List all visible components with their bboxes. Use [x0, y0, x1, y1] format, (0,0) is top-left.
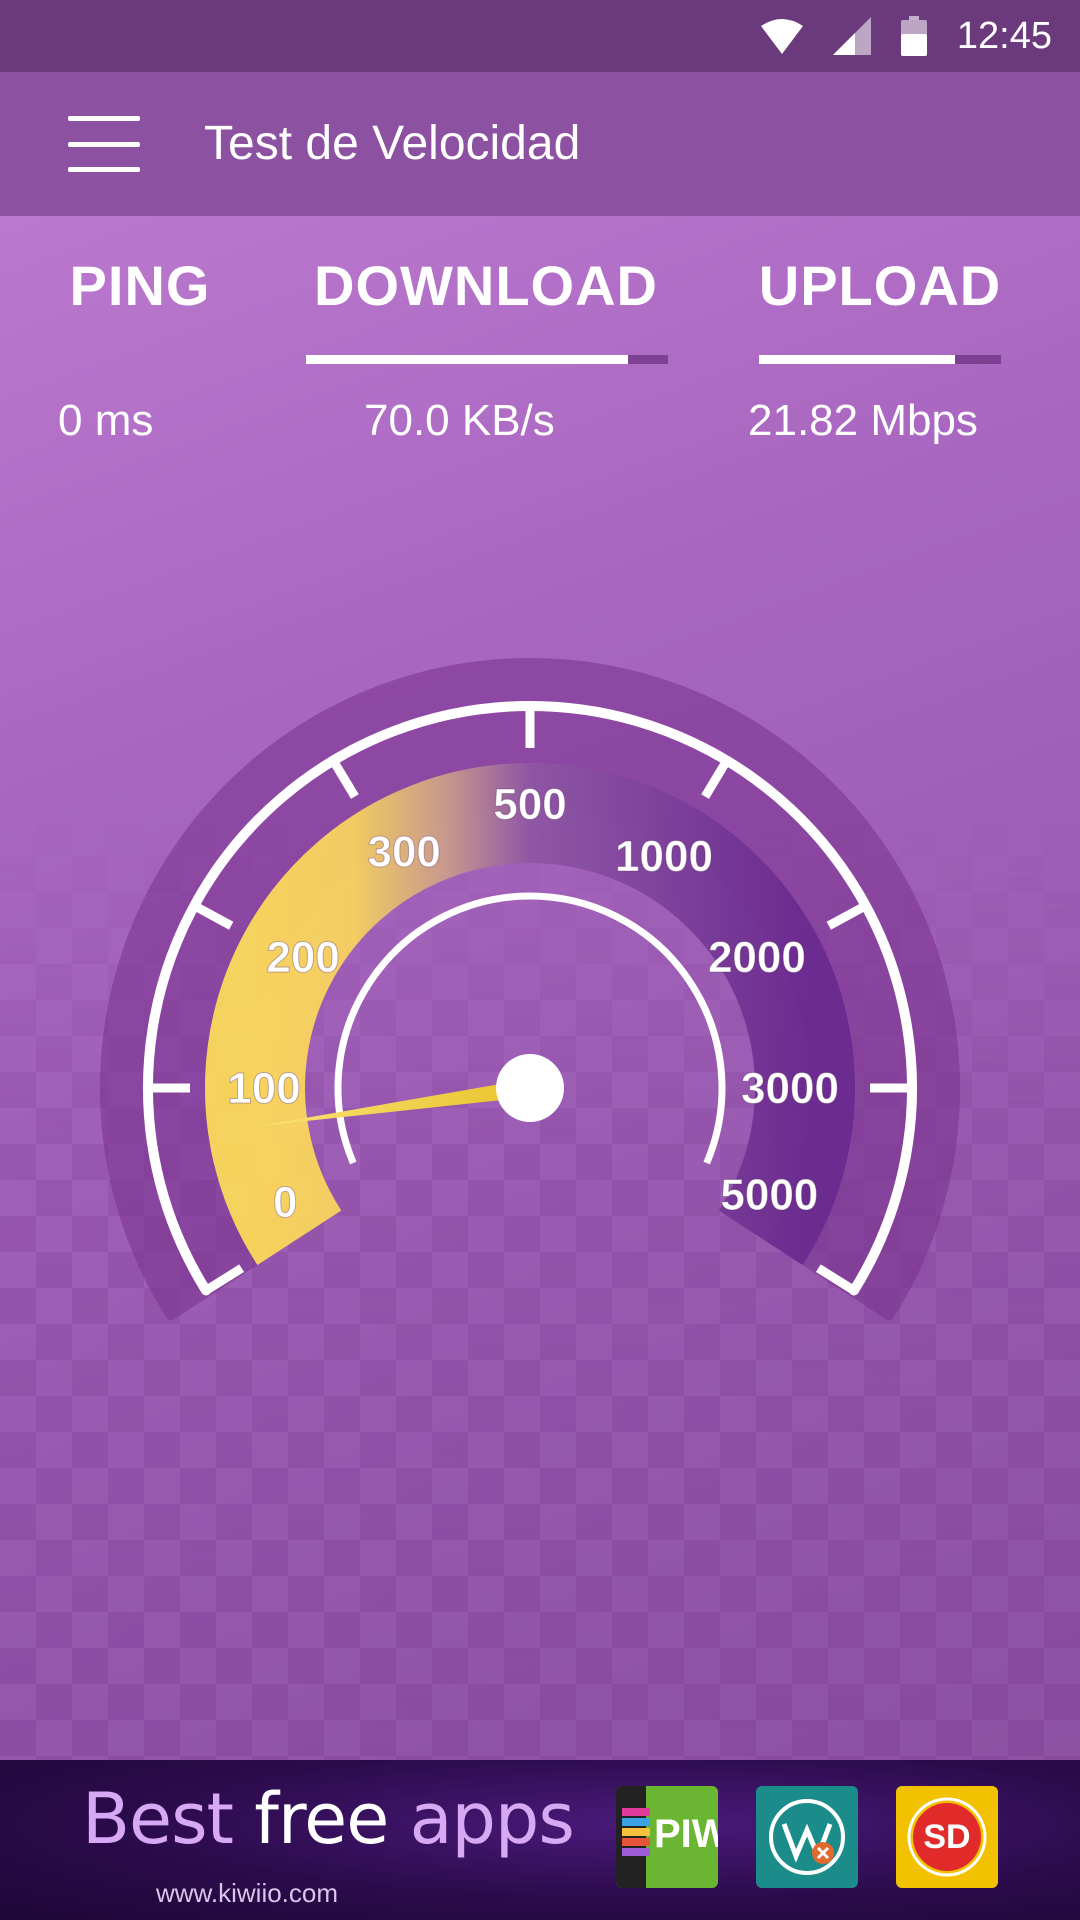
gauge-label-200: 200: [266, 933, 339, 982]
ad-tagline: Best free apps: [82, 1778, 575, 1860]
upload-progress-bar: [759, 355, 1001, 364]
gauge-label-3000: 3000: [741, 1064, 839, 1113]
gauge-label-300: 300: [367, 827, 440, 876]
app-bar: Test de Velocidad: [0, 72, 1080, 216]
wifi-icon: [760, 19, 803, 54]
menu-icon[interactable]: [68, 116, 140, 172]
download-progress-bar: [306, 355, 668, 364]
ping-stat: PING 0 ms: [58, 216, 220, 445]
gauge-label-5000: 5000: [720, 1171, 818, 1220]
download-stat: DOWNLOAD 70.0 KB/s: [300, 216, 672, 445]
download-label: DOWNLOAD: [314, 254, 658, 317]
ad-url: www.kiwiio.com: [156, 1878, 339, 1908]
battery-icon: [900, 16, 927, 56]
app-title: Test de Velocidad: [204, 117, 581, 170]
gauge-label-1000: 1000: [615, 832, 713, 881]
download-progress-fill: [306, 355, 629, 364]
ad-app-sd-label: SD: [923, 1817, 971, 1856]
upload-stat: UPLOAD 21.82 Mbps: [748, 216, 1008, 445]
ad-tagline-word2: free: [254, 1778, 389, 1860]
ad-banner[interactable]: Best free apps www.kiwiio.com PIW SD: [0, 1760, 1080, 1920]
ping-label: PING: [69, 254, 211, 317]
upload-label: UPLOAD: [758, 254, 1002, 317]
gauge-inner-rim: [334, 892, 726, 1165]
speedometer-gauge: 0 100 200 300 500 1000 2000 3000 5000: [100, 658, 960, 1320]
cell-signal-icon: [832, 17, 871, 55]
upload-value: 21.82 Mbps: [748, 396, 978, 445]
download-value: 70.0 KB/s: [364, 396, 555, 445]
gauge-label-0: 0: [273, 1178, 297, 1227]
gauge-label-2000: 2000: [708, 933, 806, 982]
upload-progress-fill: [759, 355, 956, 364]
gauge-label-100: 100: [227, 1064, 300, 1113]
speed-stats: PING 0 ms DOWNLOAD 70.0 KB/s UPLOAD 21.8…: [0, 216, 1080, 476]
status-time: 12:45: [956, 14, 1052, 57]
ad-app-piw-icon[interactable]: PIW: [616, 1786, 718, 1888]
gauge-needle-hub: [496, 1054, 564, 1122]
ad-app-w-icon[interactable]: [756, 1786, 858, 1888]
ad-app-piw-label: PIW: [654, 1812, 718, 1856]
ping-value: 0 ms: [58, 396, 154, 445]
status-bar: 12:45: [0, 0, 1080, 72]
ad-tagline-word1: Best: [82, 1778, 234, 1860]
ad-tagline-word3: apps: [409, 1778, 575, 1860]
gauge-label-500: 500: [493, 780, 566, 829]
ad-app-sd-icon[interactable]: SD: [896, 1786, 998, 1888]
